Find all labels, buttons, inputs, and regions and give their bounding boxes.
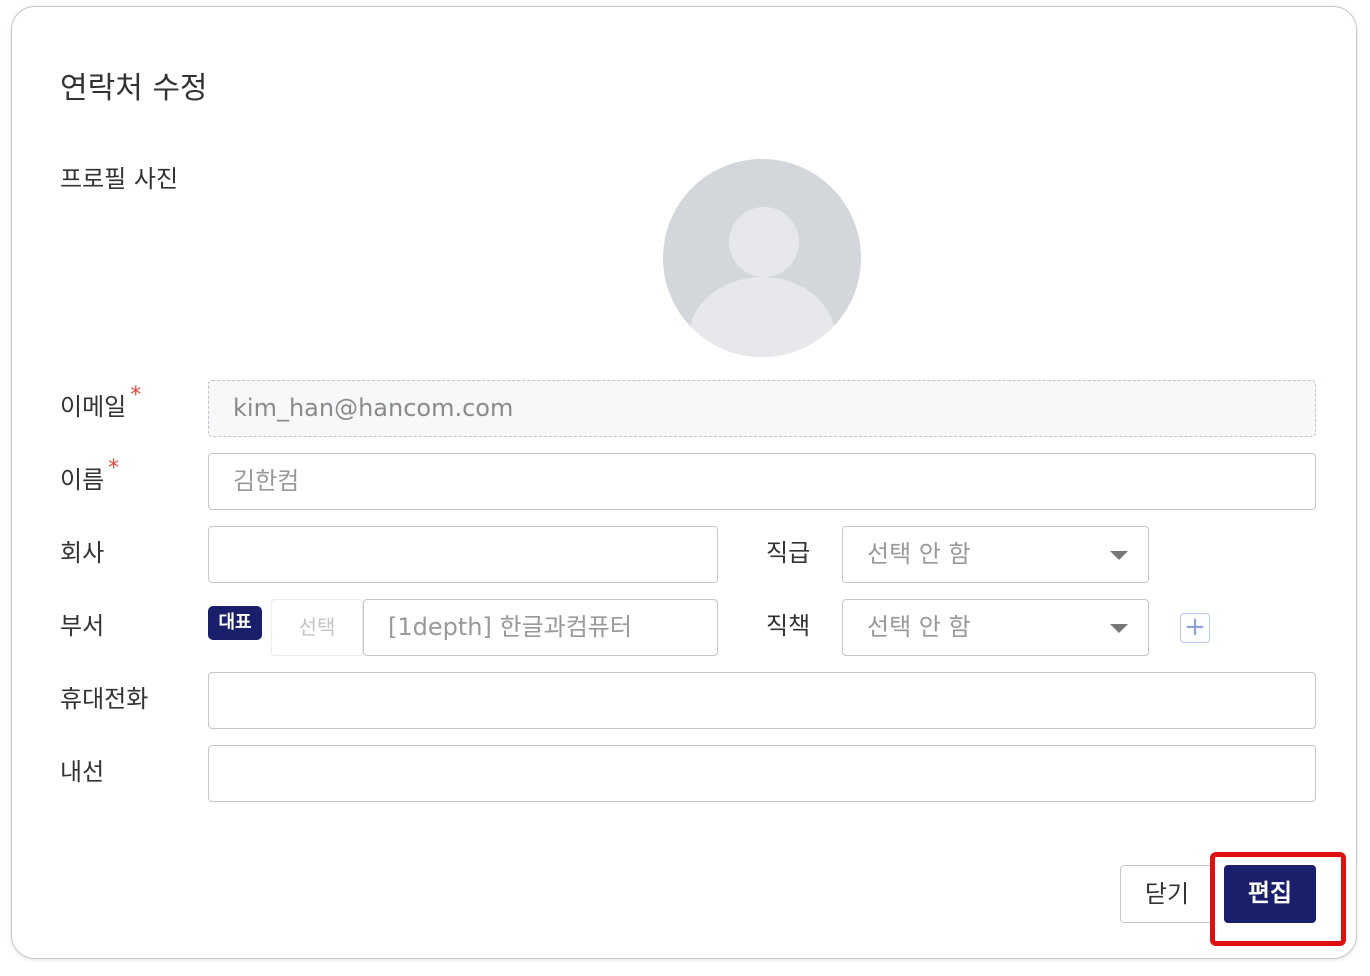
name-input[interactable]: 김한컴 bbox=[208, 453, 1316, 510]
name-label-row: 이름 * bbox=[60, 456, 119, 495]
department-select-button[interactable]: 선택 bbox=[271, 599, 363, 656]
required-asterisk-icon: * bbox=[130, 383, 142, 408]
chevron-down-icon bbox=[1110, 624, 1128, 633]
rank-select-value: 선택 안 함 bbox=[867, 540, 971, 568]
extension-label: 내선 bbox=[60, 758, 105, 786]
rank-select[interactable]: 선택 안 함 bbox=[842, 526, 1149, 583]
position-select-value: 선택 안 함 bbox=[867, 613, 971, 641]
edit-contact-dialog: 연락처 수정 프로필 사진 이메일 * kim_han@hancom.com 이름… bbox=[11, 6, 1357, 959]
primary-department-badge: 대표 bbox=[208, 606, 262, 640]
mobile-label: 휴대전화 bbox=[60, 685, 149, 713]
close-button[interactable]: 닫기 bbox=[1120, 865, 1214, 923]
profile-photo-label: 프로필 사진 bbox=[60, 165, 179, 193]
required-asterisk-icon: * bbox=[108, 456, 120, 481]
email-field: kim_han@hancom.com bbox=[208, 380, 1316, 437]
avatar-head-icon bbox=[729, 207, 799, 277]
company-input[interactable] bbox=[208, 526, 718, 583]
chevron-down-icon bbox=[1110, 551, 1128, 560]
department-field[interactable]: [1depth] 한글과컴퓨터 bbox=[363, 599, 718, 656]
name-label: 이름 bbox=[60, 466, 105, 494]
position-select[interactable]: 선택 안 함 bbox=[842, 599, 1149, 656]
position-label: 직책 bbox=[766, 612, 811, 640]
email-label: 이메일 bbox=[60, 393, 127, 421]
department-label: 부서 bbox=[60, 612, 105, 640]
add-department-icon[interactable]: + bbox=[1180, 613, 1210, 643]
extension-input[interactable] bbox=[208, 745, 1316, 802]
edit-button[interactable]: 편집 bbox=[1224, 865, 1316, 923]
company-label: 회사 bbox=[60, 539, 105, 567]
avatar-body-icon bbox=[689, 277, 835, 357]
mobile-input[interactable] bbox=[208, 672, 1316, 729]
dialog-title: 연락처 수정 bbox=[60, 71, 208, 106]
email-label-row: 이메일 * bbox=[60, 383, 141, 422]
profile-avatar[interactable] bbox=[663, 159, 861, 357]
rank-label: 직급 bbox=[766, 539, 811, 567]
